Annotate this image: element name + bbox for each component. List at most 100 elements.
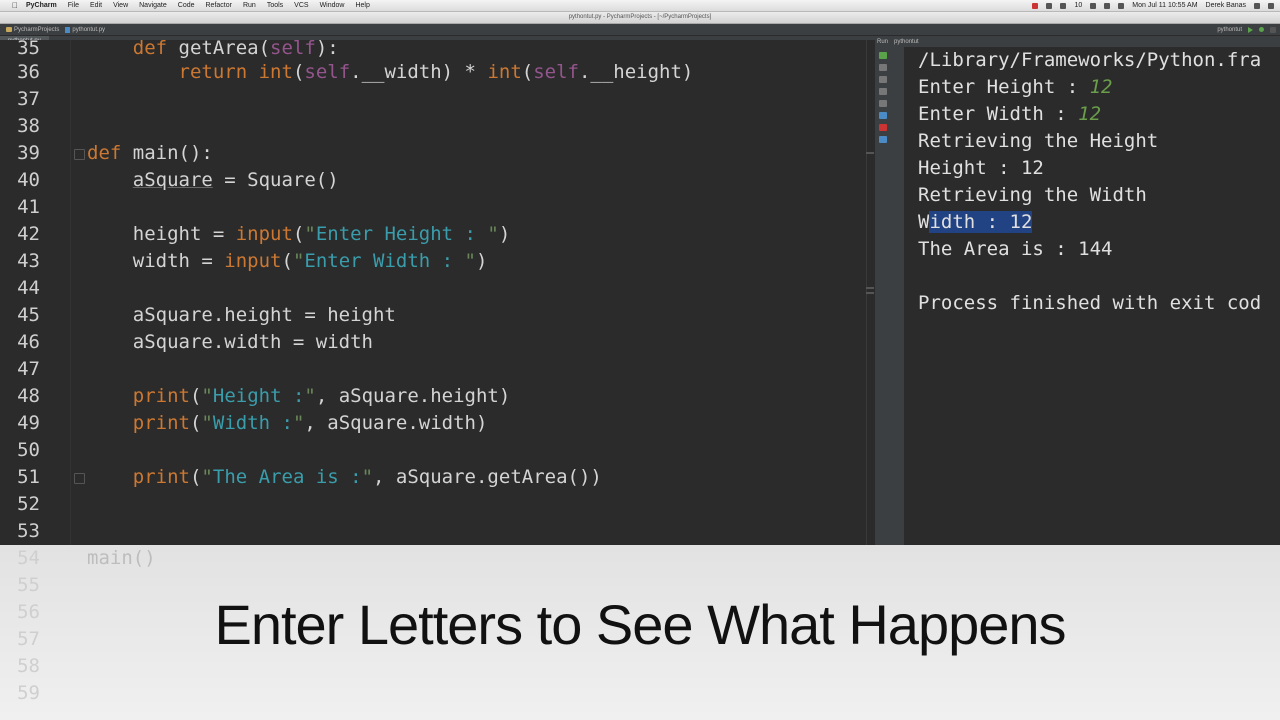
run-config-tab[interactable]: pythontut	[894, 39, 919, 45]
console-user-input: 12	[1089, 76, 1113, 98]
console-line: Retrieving the Height	[918, 130, 1159, 152]
code-line: 48 print("Height :", aSquare.height)	[0, 383, 875, 410]
recording-icon[interactable]	[1032, 2, 1039, 9]
code-text: print("Height :", aSquare.height)	[132, 385, 511, 407]
console-line: /Library/Frameworks/Python.fra	[918, 49, 1262, 71]
code-line: 36 return int(self.__width) * int(self._…	[0, 59, 875, 86]
line-number: 52	[17, 493, 40, 515]
line-number: 38	[17, 115, 40, 137]
clock[interactable]: Mon Jul 11 10:55 AM	[1132, 2, 1197, 9]
fold-icon[interactable]	[74, 149, 85, 160]
run-toolbar	[875, 47, 904, 547]
pause-icon[interactable]	[879, 76, 887, 83]
console-line: Height : 12	[918, 157, 1044, 179]
scroll-to-end-icon[interactable]	[879, 88, 887, 95]
code-text: width = input("Enter Width : ")	[87, 250, 488, 272]
line-number: 42	[17, 223, 40, 245]
tray-icon[interactable]	[1046, 2, 1053, 9]
menu-help[interactable]: Help	[355, 2, 369, 9]
console-line: Process finished with exit cod	[918, 292, 1262, 314]
run-config-selector[interactable]: pythontut	[1217, 27, 1242, 33]
code-line: 50	[0, 437, 875, 464]
code-line: 39 def main():	[0, 140, 875, 167]
menu-navigate[interactable]: Navigate	[139, 2, 167, 9]
macos-menu-bar:  PyCharm File Edit View Navigate Code R…	[0, 0, 1280, 12]
line-number: 49	[17, 412, 40, 434]
line-number: 45	[17, 304, 40, 326]
menu-file[interactable]: File	[68, 2, 79, 9]
menu-pycharm[interactable]: PyCharm	[26, 2, 57, 9]
change-marker	[866, 287, 874, 289]
stop-icon[interactable]	[879, 64, 887, 71]
menu-code[interactable]: Code	[178, 2, 195, 9]
code-line: 52	[0, 491, 875, 518]
console-line: Width : 12	[918, 209, 1033, 236]
print-icon[interactable]	[879, 100, 887, 107]
code-line: 51 print("The Area is :", aSquare.getAre…	[0, 464, 875, 491]
search-icon[interactable]	[1270, 26, 1276, 33]
line-number: 43	[17, 250, 40, 272]
console-line: The Area is : 144	[918, 238, 1113, 260]
apple-icon[interactable]: 	[10, 1, 20, 11]
line-number: 48	[17, 385, 40, 407]
run-console[interactable]: /Library/Frameworks/Python.fra Enter Hei…	[905, 47, 1280, 547]
code-line: 45 aSquare.height = height	[0, 302, 875, 329]
bluetooth-icon[interactable]	[1118, 2, 1125, 9]
code-line: 41	[0, 194, 875, 221]
run-icon[interactable]	[1248, 26, 1253, 33]
code-line: 42 height = input("Enter Height : ")	[0, 221, 875, 248]
rerun-icon[interactable]	[879, 52, 887, 59]
breadcrumb-project[interactable]: PycharmProjects	[6, 27, 59, 33]
selected-text[interactable]: idth : 12	[929, 211, 1033, 233]
breadcrumb-label: PycharmProjects	[14, 26, 60, 33]
close-icon[interactable]	[879, 124, 887, 131]
run-tab[interactable]: Run	[877, 39, 888, 45]
code-line: 46 aSquare.width = width	[0, 329, 875, 356]
spotlight-icon[interactable]	[1254, 2, 1260, 9]
ghost-line-number: 58	[17, 655, 40, 677]
menu-window[interactable]: Window	[320, 2, 345, 9]
code-text: return int(self.__width) * int(self.__he…	[178, 61, 694, 83]
code-line: 44	[0, 275, 875, 302]
notification-center-icon[interactable]	[1268, 2, 1274, 9]
code-line: 53	[0, 518, 875, 545]
console-prompt: Enter Height :	[918, 76, 1090, 98]
wifi-icon[interactable]	[1090, 2, 1097, 9]
code-line: 38	[0, 113, 875, 140]
menu-vcs[interactable]: VCS	[294, 2, 308, 9]
console-text: W	[918, 211, 930, 233]
console-line: Enter Width : 12	[918, 101, 1101, 128]
battery-count: 10	[1074, 2, 1083, 9]
help-icon[interactable]	[879, 136, 887, 143]
menu-edit[interactable]: Edit	[90, 2, 102, 9]
menu-tools[interactable]: Tools	[267, 2, 283, 9]
folder-icon	[6, 27, 12, 32]
settings-icon[interactable]	[879, 112, 887, 119]
line-number: 47	[17, 358, 40, 380]
console-user-input: 12	[1078, 103, 1102, 125]
menu-run[interactable]: Run	[243, 2, 256, 9]
code-text: height = input("Enter Height : ")	[87, 223, 511, 245]
code-text: aSquare = Square()	[132, 169, 339, 191]
volume-icon[interactable]	[1104, 2, 1111, 9]
breadcrumb-file[interactable]: pythontut.py	[65, 26, 106, 33]
line-number: 40	[17, 169, 40, 191]
menu-view[interactable]: View	[113, 2, 128, 9]
console-line: Retrieving the Width	[918, 184, 1147, 206]
console-prompt: Enter Width :	[918, 103, 1079, 125]
breadcrumb-label: pythontut.py	[72, 26, 106, 33]
code-line: 49 print("Width :", aSquare.width)	[0, 410, 875, 437]
line-number: 41	[17, 196, 40, 218]
run-tool-window-header: Run pythontut	[875, 36, 1280, 47]
user-name[interactable]: Derek Banas	[1206, 2, 1246, 9]
debug-icon[interactable]	[1259, 27, 1264, 32]
menu-refactor[interactable]: Refactor	[206, 2, 232, 9]
tray-icon[interactable]	[1060, 2, 1067, 9]
line-number: 46	[17, 331, 40, 353]
change-marker	[866, 292, 874, 294]
ghost-line-number: 54	[17, 547, 40, 569]
fold-icon[interactable]	[74, 473, 85, 484]
navigation-bar: PycharmProjects pythontut.py pythontut	[0, 24, 1280, 35]
code-editor[interactable]: 35 def getArea(self): 36 return int(self…	[0, 40, 875, 545]
ghost-code: main()	[87, 547, 156, 569]
